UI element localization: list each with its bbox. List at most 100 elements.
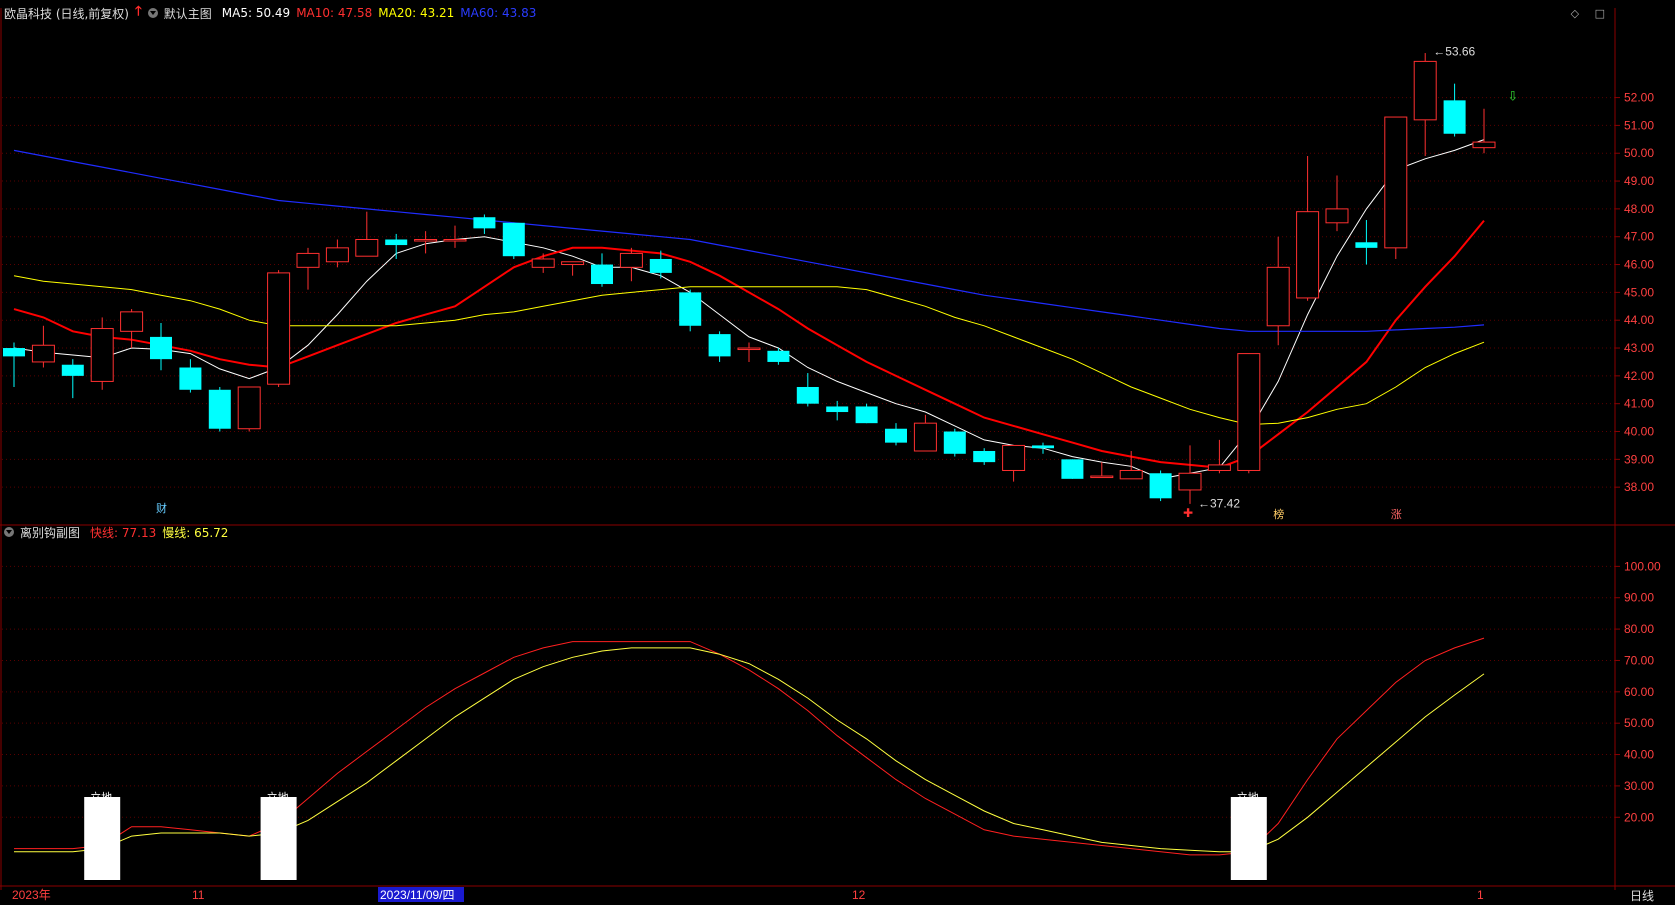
candle bbox=[708, 331, 731, 362]
main-tick-label: 40.00 bbox=[1624, 425, 1654, 439]
candle bbox=[531, 253, 555, 273]
candle-body bbox=[385, 239, 408, 246]
dropdown-circle-icon[interactable] bbox=[147, 8, 158, 18]
dropdown-circle-icon[interactable] bbox=[4, 527, 14, 537]
candle bbox=[3, 342, 25, 387]
marker-cai[interactable]: 财 bbox=[156, 501, 167, 515]
candle-body bbox=[591, 264, 613, 285]
high-price-label: ←53.66 bbox=[1433, 44, 1475, 58]
ma60-value: MA60: 43.83 bbox=[460, 6, 537, 20]
time-label-jan: 1 bbox=[1477, 888, 1484, 902]
main-price-axis: 38.00 39.00 40.00 41.00 42.00 43.00 44.00 45.00… bbox=[1615, 91, 1654, 494]
candle-body bbox=[1061, 459, 1084, 479]
candlestick-series bbox=[3, 53, 1496, 504]
candle-body bbox=[1090, 475, 1114, 479]
candle bbox=[90, 317, 114, 390]
time-label-dec: 12 bbox=[852, 888, 866, 902]
main-chart-name[interactable]: 默认主图 bbox=[164, 5, 212, 22]
candle bbox=[679, 289, 702, 332]
lidi-block bbox=[260, 797, 297, 880]
main-tick-label: 47.00 bbox=[1624, 230, 1654, 244]
low-price-label: ←37.42 bbox=[1198, 496, 1240, 510]
ma20-value: MA20: 43.21 bbox=[378, 6, 455, 20]
candle-body bbox=[619, 252, 643, 268]
main-tick-label: 49.00 bbox=[1624, 174, 1654, 188]
candle bbox=[1296, 156, 1320, 301]
time-axis: 2023年 11 2023/11/09/四 12 1 日线 bbox=[12, 887, 1654, 903]
lidi-label: 立地 bbox=[90, 790, 112, 804]
candle bbox=[237, 386, 261, 432]
candle bbox=[1002, 444, 1026, 482]
up-arrow-icon: 🡑 bbox=[135, 4, 142, 19]
sub-tick-label: 40.00 bbox=[1624, 748, 1654, 762]
candle-body bbox=[267, 272, 291, 385]
candle bbox=[1207, 439, 1231, 474]
sub-tick-label: 80.00 bbox=[1624, 622, 1654, 636]
main-tick-label: 51.00 bbox=[1624, 118, 1654, 132]
candle bbox=[502, 222, 525, 259]
candle-body bbox=[31, 344, 55, 363]
stock-chart[interactable]: 38.00 39.00 40.00 41.00 42.00 43.00 44.00 45.00… bbox=[0, 0, 1675, 905]
candle-body bbox=[679, 292, 702, 326]
sub-chart-name[interactable]: 离别钩副图 bbox=[20, 524, 80, 541]
ma10-value: MA10: 47.58 bbox=[296, 6, 373, 20]
sub-tick-label: 60.00 bbox=[1624, 685, 1654, 699]
candle-body bbox=[737, 347, 761, 351]
candle-body bbox=[120, 311, 144, 332]
stock-title[interactable]: 欧晶科技 (日线,前复权) bbox=[4, 5, 129, 22]
candle-body bbox=[1443, 100, 1466, 134]
candle bbox=[31, 325, 55, 368]
ma5-value: MA5: 50.49 bbox=[221, 6, 291, 20]
candle-body bbox=[943, 431, 966, 454]
candle-body bbox=[1355, 242, 1378, 248]
candle bbox=[355, 211, 379, 257]
candle bbox=[1061, 459, 1084, 479]
time-label-cursor: 2023/11/09/四 bbox=[380, 888, 455, 902]
sub-value-axis: 20.00 30.00 40.00 50.00 60.00 70.00 80.00 90.00… bbox=[1615, 559, 1661, 824]
sub-tick-label: 50.00 bbox=[1624, 716, 1654, 730]
candle-body bbox=[237, 386, 261, 430]
candle bbox=[1472, 108, 1496, 154]
candle-body bbox=[502, 222, 525, 257]
ma-line-ma60 bbox=[13, 149, 1485, 332]
candle bbox=[767, 348, 790, 365]
candle-body bbox=[150, 336, 172, 360]
period-label[interactable]: 日线 bbox=[1630, 889, 1654, 903]
lidi-block bbox=[84, 797, 121, 880]
candle-body bbox=[826, 406, 849, 413]
candle-body bbox=[708, 334, 731, 357]
fast-line-value: 快线: 77.13 bbox=[90, 525, 157, 540]
ma-line-ma5 bbox=[13, 139, 1485, 480]
marker-bang[interactable]: 榜 bbox=[1273, 507, 1284, 521]
candle-body bbox=[1032, 445, 1054, 449]
sub-tick-label: 70.00 bbox=[1624, 653, 1654, 667]
candle-body bbox=[443, 238, 467, 242]
sub-tick-label: 30.00 bbox=[1624, 779, 1654, 793]
main-tick-label: 44.00 bbox=[1624, 313, 1654, 327]
candle bbox=[619, 247, 643, 282]
main-chart-header: 欧晶科技 (日线,前复权) 🡑 默认主图 MA5: 50.49 MA10: 47… bbox=[4, 4, 536, 22]
sub-tick-label: 20.00 bbox=[1624, 810, 1654, 824]
sub-tick-label: 100.00 bbox=[1624, 559, 1661, 573]
main-tick-label: 43.00 bbox=[1624, 341, 1654, 355]
window-controls[interactable]: ◇ □ bbox=[1571, 7, 1611, 20]
candle bbox=[267, 270, 291, 387]
candle-body bbox=[90, 328, 114, 382]
marker-zhang[interactable]: 涨 bbox=[1391, 508, 1402, 521]
down-arrow-icon: ⇩ bbox=[1507, 89, 1518, 104]
time-label-year: 2023年 bbox=[12, 888, 51, 902]
lidi-label: 立地 bbox=[1237, 790, 1259, 804]
candle-body bbox=[179, 367, 202, 390]
candle-body bbox=[414, 238, 438, 242]
candle-body bbox=[855, 406, 878, 424]
sub-chart-header: 离别钩副图 快线: 77.13 慢线: 65.72 bbox=[4, 523, 228, 541]
candle-body bbox=[885, 428, 907, 443]
main-tick-label: 39.00 bbox=[1624, 452, 1654, 466]
candle bbox=[179, 359, 202, 393]
candle-body bbox=[1002, 444, 1026, 471]
sub-tick-label: 90.00 bbox=[1624, 591, 1654, 605]
candle bbox=[1384, 116, 1408, 259]
indicator-markers: 立地 立地 立地 bbox=[84, 790, 1267, 880]
candle bbox=[796, 373, 819, 407]
main-tick-label: 45.00 bbox=[1624, 285, 1654, 299]
